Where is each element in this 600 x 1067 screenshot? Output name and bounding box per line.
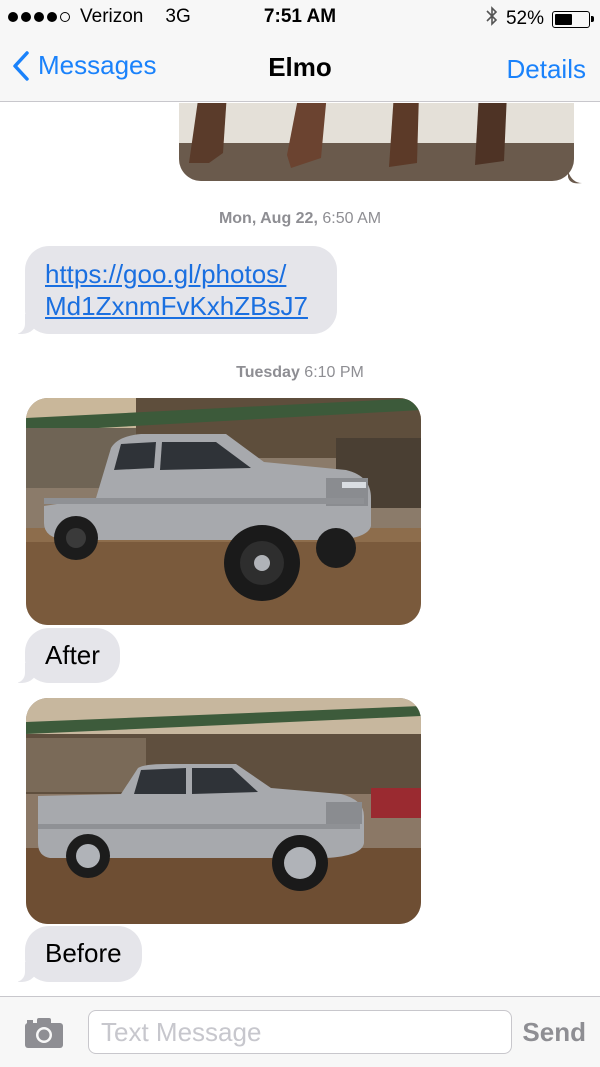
camera-icon — [25, 1018, 63, 1048]
received-message-before[interactable]: Before — [15, 926, 142, 982]
received-message-after[interactable]: After — [15, 628, 120, 683]
camera-button[interactable] — [24, 1017, 64, 1054]
message-thread[interactable]: Mon, Aug 22, 6:50 AM https://goo.gl/phot… — [0, 103, 600, 996]
timestamp: Mon, Aug 22, 6:50 AM — [0, 210, 600, 228]
input-bar: Send — [0, 996, 600, 1067]
sent-photo-bubble[interactable] — [179, 103, 574, 181]
message-text: After — [45, 640, 100, 670]
message-text: Before — [45, 938, 122, 968]
timestamp-day: Tuesday — [236, 364, 300, 381]
details-button[interactable]: Details — [507, 54, 586, 85]
message-input[interactable] — [101, 1017, 499, 1048]
timestamp-day: Mon, Aug 22, — [218, 210, 318, 227]
battery-icon — [552, 10, 594, 28]
bluetooth-icon — [486, 6, 498, 32]
message-input-field[interactable] — [88, 1010, 512, 1054]
battery-percent: 52% — [505, 8, 544, 29]
send-button[interactable]: Send — [522, 1017, 586, 1048]
photos-link-line1[interactable]: https://goo.gl/photos/ — [45, 258, 317, 290]
timestamp-time: 6:50 AM — [322, 210, 382, 227]
boots-photo — [179, 103, 574, 181]
photos-link-line2[interactable]: Md1ZxnmFvKxhZBsJ7 — [45, 290, 317, 322]
received-photo-bubble-before[interactable] — [26, 698, 421, 924]
status-right: 52% — [486, 6, 594, 32]
timestamp: Tuesday 6:10 PM — [0, 364, 600, 382]
stock-truck-photo — [26, 698, 421, 924]
nav-bar: Messages Elmo Details — [0, 34, 600, 102]
received-photo-bubble-after[interactable] — [26, 398, 421, 625]
lifted-truck-photo — [26, 398, 421, 625]
received-link-bubble[interactable]: https://goo.gl/photos/ Md1ZxnmFvKxhZBsJ7 — [15, 246, 337, 334]
timestamp-time: 6:10 PM — [304, 364, 364, 381]
bubble-tail — [568, 171, 582, 184]
status-bar: Verizon 3G 7:51 AM 52% — [0, 0, 600, 34]
